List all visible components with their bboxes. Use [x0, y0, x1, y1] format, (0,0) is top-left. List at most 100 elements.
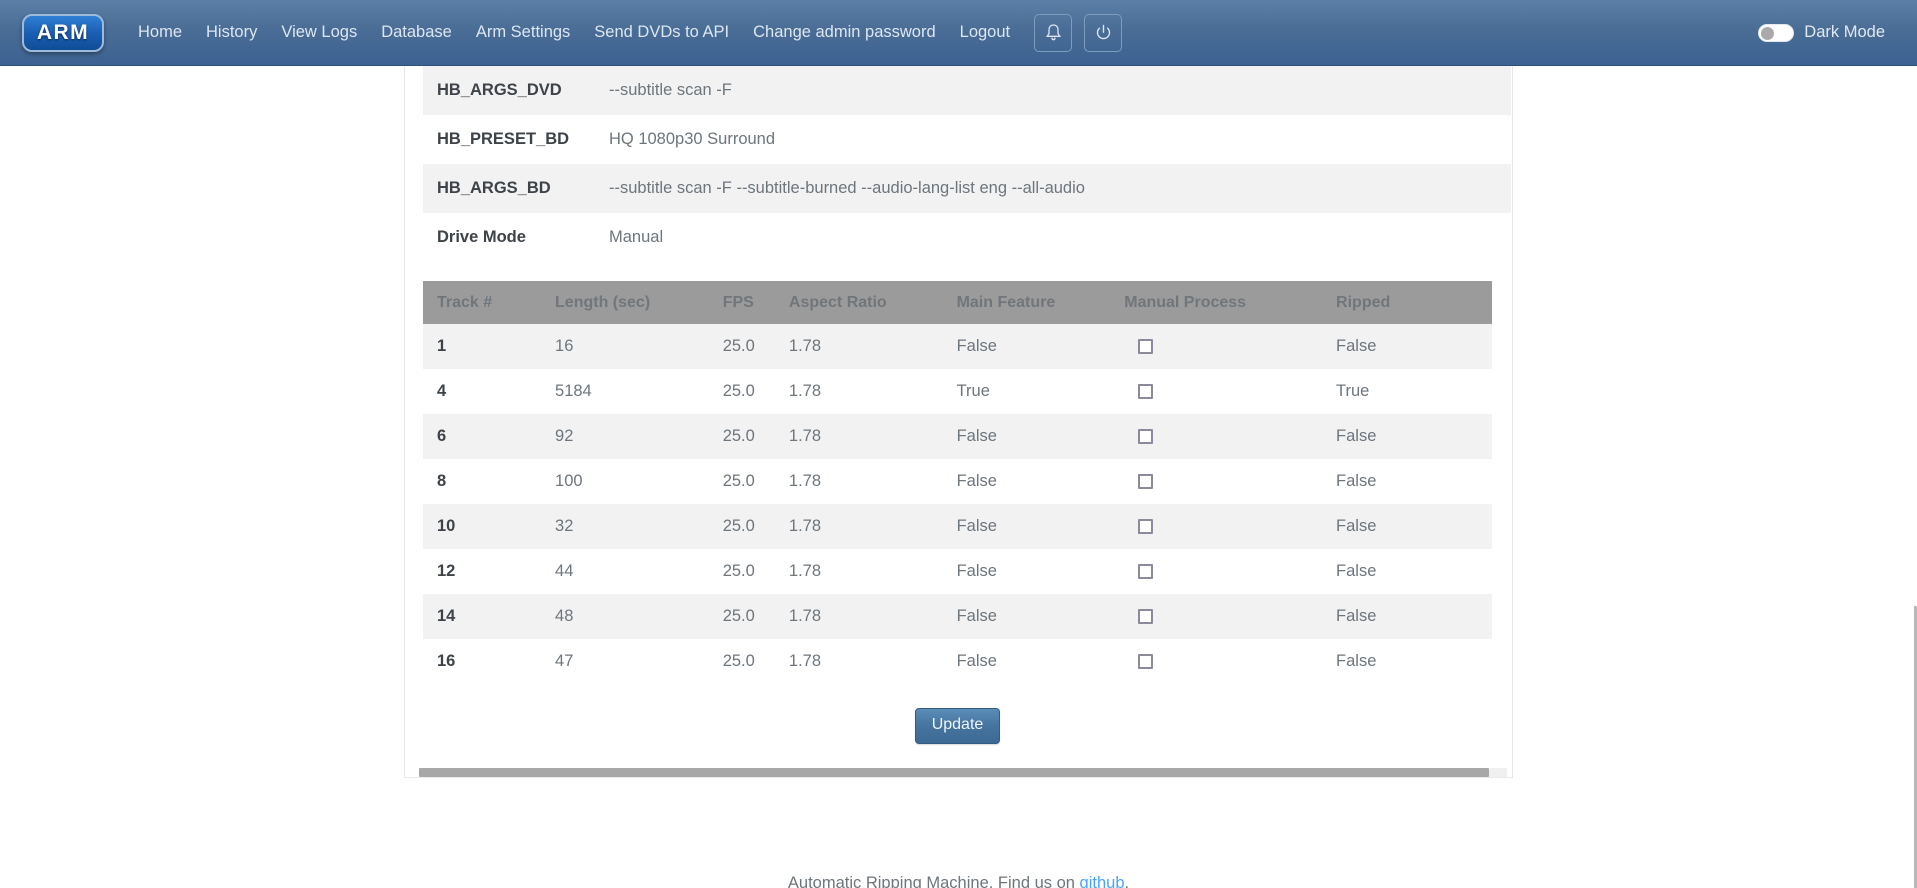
power-button[interactable] [1084, 13, 1123, 52]
manual-process-checkbox[interactable] [1138, 339, 1154, 355]
column-header-main-feature[interactable]: Main Feature [943, 281, 1111, 324]
cell-manual-process [1110, 459, 1322, 504]
bell-icon [1045, 23, 1062, 42]
manual-process-checkbox[interactable] [1138, 474, 1154, 490]
config-info-table: HB_ARGS_DVD --subtitle scan -F HB_PRESET… [423, 66, 1511, 262]
cell-fps: 25.0 [722, 652, 755, 670]
manual-process-checkbox[interactable] [1138, 564, 1154, 580]
column-header-manual-process[interactable]: Manual Process [1110, 281, 1322, 324]
table-row: 12 44 25.0 1.78 False False [423, 549, 1492, 594]
update-button[interactable]: Update [914, 708, 1001, 744]
tracks-table-header-row: Track # Length (sec) FPS Aspect Ratio Ma… [423, 281, 1492, 324]
manual-process-checkbox[interactable] [1138, 654, 1154, 670]
cell-fps: 25.0 [722, 472, 755, 490]
cell-manual-process [1110, 369, 1322, 414]
cell-fps: 25.0 [722, 517, 755, 535]
cell-track-number: 10 [437, 517, 456, 535]
row-label-drive-mode: Drive Mode [437, 228, 526, 246]
cell-main-feature: False [956, 472, 997, 490]
cell-manual-process [1110, 639, 1322, 684]
column-header-aspect-ratio[interactable]: Aspect Ratio [775, 281, 943, 324]
form-actions: Update [423, 684, 1492, 768]
cell-length: 16 [555, 337, 574, 355]
notifications-button[interactable] [1034, 13, 1073, 52]
top-navbar: ARM Home History View Logs Database Arm … [0, 0, 1917, 66]
cell-length: 92 [555, 427, 574, 445]
cell-aspect-ratio: 1.78 [788, 517, 822, 535]
cell-main-feature: False [956, 562, 997, 580]
cell-manual-process [1110, 324, 1322, 369]
column-header-length[interactable]: Length (sec) [541, 281, 709, 324]
cell-fps: 25.0 [722, 427, 755, 445]
table-row: HB_ARGS_BD --subtitle scan -F --subtitle… [423, 164, 1511, 213]
cell-main-feature: False [956, 607, 997, 625]
cell-ripped: False [1336, 562, 1377, 580]
horizontal-scrollbar[interactable] [419, 768, 1507, 777]
row-label-hb-preset-bd: HB_PRESET_BD [437, 130, 570, 148]
cell-track-number: 6 [437, 427, 447, 445]
footer-text-after: . [1124, 874, 1130, 888]
row-value-hb-preset-bd: HQ 1080p30 Surround [609, 130, 776, 148]
manual-process-checkbox[interactable] [1138, 384, 1154, 400]
row-value-hb-args-dvd: --subtitle scan -F [609, 81, 732, 99]
column-header-ripped[interactable]: Ripped [1322, 281, 1492, 324]
nav-item-home[interactable]: Home [126, 18, 194, 47]
cell-fps: 25.0 [722, 382, 755, 400]
cell-aspect-ratio: 1.78 [788, 337, 822, 355]
dark-mode-toggle[interactable] [1758, 23, 1795, 42]
nav-item-database[interactable]: Database [369, 18, 464, 47]
manual-process-checkbox[interactable] [1138, 519, 1154, 535]
nav-item-history[interactable]: History [194, 18, 269, 47]
cell-aspect-ratio: 1.78 [788, 607, 822, 625]
cell-aspect-ratio: 1.78 [788, 652, 822, 670]
cell-manual-process [1110, 414, 1322, 459]
cell-manual-process [1110, 594, 1322, 639]
cell-main-feature: True [956, 382, 990, 400]
table-row: 6 92 25.0 1.78 False False [423, 414, 1492, 459]
dark-mode-toggle-knob [1761, 26, 1775, 40]
dark-mode-label: Dark Mode [1804, 23, 1885, 41]
cell-main-feature: False [956, 337, 997, 355]
footer-text-before: Automatic Ripping Machine. Find us on [787, 874, 1080, 888]
cell-aspect-ratio: 1.78 [788, 427, 822, 445]
manual-process-checkbox[interactable] [1138, 609, 1154, 625]
row-label-hb-args-bd: HB_ARGS_BD [437, 179, 551, 197]
column-header-track-number[interactable]: Track # [423, 281, 541, 324]
cell-track-number: 4 [437, 382, 447, 400]
cell-ripped: False [1336, 337, 1377, 355]
cell-manual-process [1110, 504, 1322, 549]
nav-item-send-dvds-to-api[interactable]: Send DVDs to API [582, 18, 741, 47]
github-link[interactable]: github [1080, 874, 1125, 888]
nav-item-arm-settings[interactable]: Arm Settings [464, 18, 582, 47]
table-row: 16 47 25.0 1.78 False False [423, 639, 1492, 684]
cell-length: 32 [555, 517, 574, 535]
column-header-fps[interactable]: FPS [709, 281, 775, 324]
cell-length: 5184 [555, 382, 592, 400]
cell-track-number: 1 [437, 337, 447, 355]
arm-logo-text: ARM [36, 20, 90, 44]
row-value-drive-mode: Manual [609, 228, 664, 246]
tracks-table-body: 1 16 25.0 1.78 False False 4 5184 25.0 1… [423, 324, 1492, 684]
horizontal-scrollbar-thumb[interactable] [419, 768, 1489, 777]
nav-item-change-admin-password[interactable]: Change admin password [741, 18, 948, 47]
table-row: 14 48 25.0 1.78 False False [423, 594, 1492, 639]
cell-fps: 25.0 [722, 607, 755, 625]
nav-item-logout[interactable]: Logout [948, 18, 1022, 47]
nav-item-view-logs[interactable]: View Logs [269, 18, 369, 47]
table-row: 8 100 25.0 1.78 False False [423, 459, 1492, 504]
config-card: HB_ARGS_DVD --subtitle scan -F HB_PRESET… [404, 66, 1513, 778]
arm-logo[interactable]: ARM [22, 13, 104, 52]
cell-main-feature: False [956, 652, 997, 670]
cell-main-feature: False [956, 517, 997, 535]
table-row: HB_PRESET_BD HQ 1080p30 Surround [423, 115, 1511, 164]
cell-manual-process [1110, 549, 1322, 594]
manual-process-checkbox[interactable] [1138, 429, 1154, 445]
cell-aspect-ratio: 1.78 [788, 562, 822, 580]
tracks-table: Track # Length (sec) FPS Aspect Ratio Ma… [423, 281, 1492, 684]
cell-aspect-ratio: 1.78 [788, 472, 822, 490]
cell-track-number: 12 [437, 562, 456, 580]
page-body: HB_ARGS_DVD --subtitle scan -F HB_PRESET… [0, 66, 1917, 888]
cell-main-feature: False [956, 427, 997, 445]
cell-ripped: False [1336, 517, 1377, 535]
table-row: 10 32 25.0 1.78 False False [423, 504, 1492, 549]
